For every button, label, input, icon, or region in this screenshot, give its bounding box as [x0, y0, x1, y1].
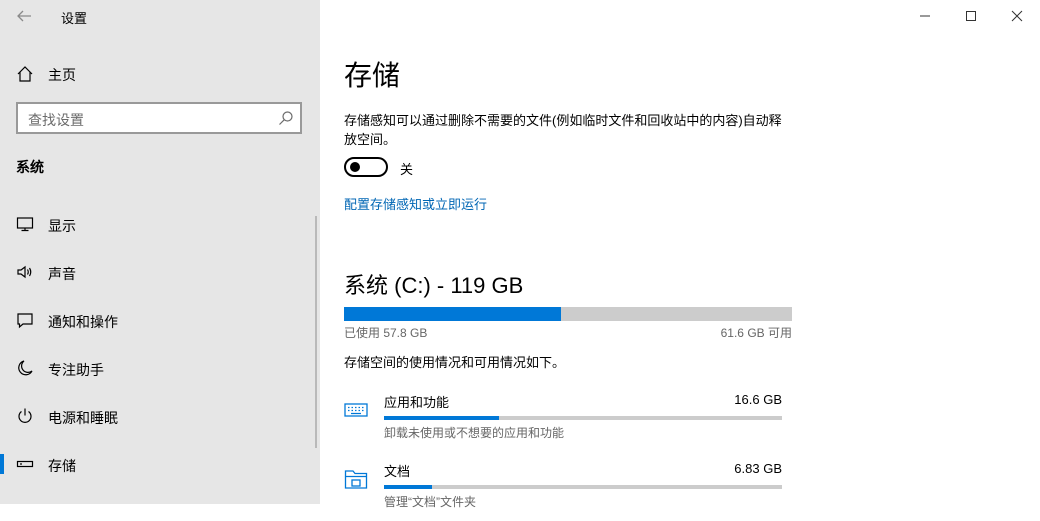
- storage-sense-description: 存储感知可以通过删除不需要的文件(例如临时文件和回收站中的内容)自动释放空间。: [344, 113, 782, 147]
- main-content: 存储 存储感知可以通过删除不需要的文件(例如临时文件和回收站中的内容)自动释放空…: [320, 0, 1040, 509]
- sidebar-scrollbar[interactable]: [315, 216, 317, 448]
- search-input[interactable]: 查找设置: [16, 102, 302, 134]
- apps-keyboard-icon: [344, 403, 368, 417]
- monitor-icon: [16, 217, 34, 232]
- drive-usage-fill: [344, 307, 561, 321]
- close-icon: [1011, 10, 1023, 22]
- sidebar-item-power-sleep[interactable]: 电源和睡眠: [0, 396, 320, 436]
- sidebar-item-home[interactable]: 主页: [0, 58, 320, 90]
- app-title: 设置: [61, 11, 88, 26]
- power-icon: [18, 408, 32, 423]
- home-icon: [17, 66, 33, 82]
- category-usage-bar: [384, 485, 782, 489]
- selection-indicator: [0, 454, 4, 474]
- speaker-icon: [17, 265, 32, 279]
- category-apps-features[interactable]: 应用和功能 16.6 GB 卸载未使用或不想要的应用和功能: [344, 392, 792, 452]
- sidebar-item-label: 声音: [48, 266, 76, 282]
- sidebar-item-label: 专注助手: [48, 362, 104, 378]
- drive-used-text: 已使用 57.8 GB: [344, 326, 428, 340]
- sidebar: 设置 主页 查找设置 系统 显示 声音 通知和操作 专注助手 电源和睡眠 存储: [0, 0, 320, 504]
- sidebar-item-storage[interactable]: 存储: [0, 444, 320, 484]
- sidebar-item-focus-assist[interactable]: 专注助手: [0, 348, 320, 388]
- sidebar-item-label: 存储: [48, 458, 76, 474]
- section-heading: 系统: [16, 159, 44, 175]
- maximize-icon: [966, 11, 976, 21]
- notification-icon: [17, 313, 33, 329]
- drive-title: 系统 (C:) - 119 GB: [344, 273, 524, 298]
- category-usage-fill: [384, 485, 432, 489]
- sidebar-item-sound[interactable]: 声音: [0, 252, 320, 292]
- search-icon[interactable]: [278, 110, 294, 126]
- configure-storage-sense-link[interactable]: 配置存储感知或立即运行: [344, 194, 487, 213]
- title-bar: 设置: [0, 0, 320, 32]
- category-usage-bar: [384, 416, 782, 420]
- category-name: 应用和功能: [384, 395, 450, 410]
- drive-usage-bar: [344, 307, 792, 321]
- toggle-state-label: 关: [400, 162, 414, 177]
- sidebar-item-display[interactable]: 显示: [0, 204, 320, 244]
- usage-description: 存储空间的使用情况和可用情况如下。: [344, 355, 566, 370]
- sidebar-item-label: 主页: [48, 67, 76, 83]
- sidebar-item-label: 显示: [48, 218, 76, 234]
- arrow-left-icon: [17, 10, 31, 22]
- category-name: 文档: [384, 464, 411, 479]
- minimize-button[interactable]: [902, 0, 948, 32]
- category-size: 16.6 GB: [734, 392, 782, 407]
- storage-sense-toggle[interactable]: [344, 157, 388, 177]
- toggle-knob: [350, 162, 360, 172]
- drive-free-text: 61.6 GB 可用: [720, 326, 792, 340]
- category-description: 管理“文档”文件夹: [384, 495, 476, 509]
- category-description: 卸载未使用或不想要的应用和功能: [384, 426, 565, 440]
- category-usage-fill: [384, 416, 500, 420]
- close-button[interactable]: [994, 0, 1040, 32]
- search-placeholder: 查找设置: [28, 112, 84, 128]
- sidebar-item-notifications[interactable]: 通知和操作: [0, 300, 320, 340]
- sidebar-item-label: 电源和睡眠: [48, 410, 118, 426]
- maximize-button[interactable]: [948, 0, 994, 32]
- minimize-icon: [920, 15, 930, 17]
- moon-icon: [18, 360, 33, 376]
- storage-icon: [16, 460, 34, 468]
- back-button[interactable]: [14, 6, 34, 26]
- category-documents[interactable]: 文档 6.83 GB 管理“文档”文件夹: [344, 461, 792, 521]
- page-title: 存储: [344, 60, 401, 91]
- category-size: 6.83 GB: [734, 461, 782, 476]
- folder-icon: [344, 470, 368, 489]
- sidebar-item-label: 通知和操作: [48, 314, 118, 330]
